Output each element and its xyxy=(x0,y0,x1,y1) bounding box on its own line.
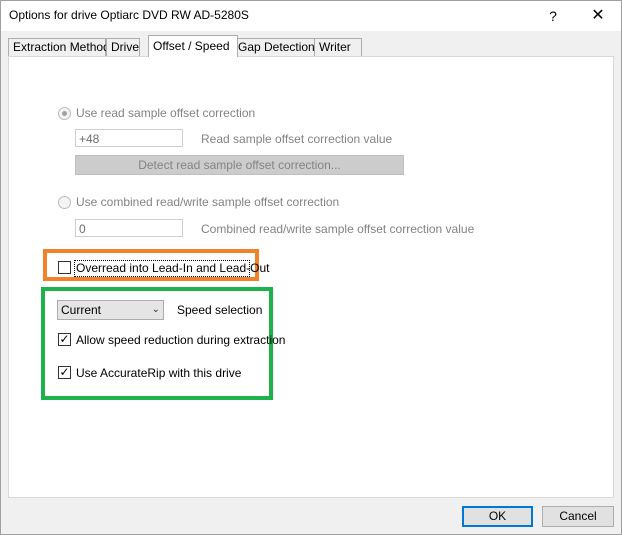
allow-speed-reduction-checkbox[interactable]: ✓ xyxy=(58,333,71,346)
tab-extraction-method[interactable]: Extraction Method xyxy=(8,38,110,56)
combined-offset-value-field[interactable]: 0 xyxy=(75,219,183,237)
title-bar[interactable]: Options for drive Optiarc DVD RW AD-5280… xyxy=(1,1,621,31)
window-title: Options for drive Optiarc DVD RW AD-5280… xyxy=(9,8,249,22)
speed-selection-dropdown[interactable]: Current ⌄ xyxy=(57,300,164,320)
read-offset-radio-label[interactable]: Use read sample offset correction xyxy=(76,106,255,120)
options-dialog: Options for drive Optiarc DVD RW AD-5280… xyxy=(0,0,622,535)
ok-button[interactable]: OK xyxy=(462,506,533,527)
tab-drive[interactable]: Drive xyxy=(106,38,140,56)
overread-checkbox[interactable] xyxy=(58,261,71,274)
use-accuraterip-label[interactable]: Use AccurateRip with this drive xyxy=(76,366,241,380)
combined-offset-radio-label[interactable]: Use combined read/write sample offset co… xyxy=(76,195,339,209)
checkmark-icon: ✓ xyxy=(59,365,70,379)
help-icon[interactable]: ? xyxy=(531,1,575,31)
close-icon[interactable]: ✕ xyxy=(576,1,620,31)
tab-writer[interactable]: Writer xyxy=(314,38,362,56)
speed-selection-value: Current xyxy=(61,303,102,317)
chevron-down-icon: ⌄ xyxy=(151,304,160,315)
tab-offset-speed[interactable]: Offset / Speed xyxy=(148,35,238,57)
cancel-button[interactable]: Cancel xyxy=(542,506,614,527)
read-offset-value-label: Read sample offset correction value xyxy=(201,132,393,146)
radio-dot xyxy=(62,111,67,116)
combined-offset-radio[interactable] xyxy=(58,196,71,209)
overread-label[interactable]: Overread into Lead-In and Lead-Out xyxy=(76,261,269,275)
allow-speed-reduction-label[interactable]: Allow speed reduction during extraction xyxy=(76,333,285,347)
speed-selection-label: Speed selection xyxy=(177,303,263,317)
use-accuraterip-checkbox[interactable]: ✓ xyxy=(58,366,71,379)
read-offset-radio[interactable] xyxy=(58,107,71,120)
read-offset-value-field[interactable]: +48 xyxy=(75,129,183,147)
detect-offset-button[interactable]: Detect read sample offset correction... xyxy=(75,155,404,175)
tab-gap-detection[interactable]: Gap Detection xyxy=(233,38,316,56)
combined-offset-value-label: Combined read/write sample offset correc… xyxy=(201,222,475,236)
checkmark-icon: ✓ xyxy=(59,332,70,346)
